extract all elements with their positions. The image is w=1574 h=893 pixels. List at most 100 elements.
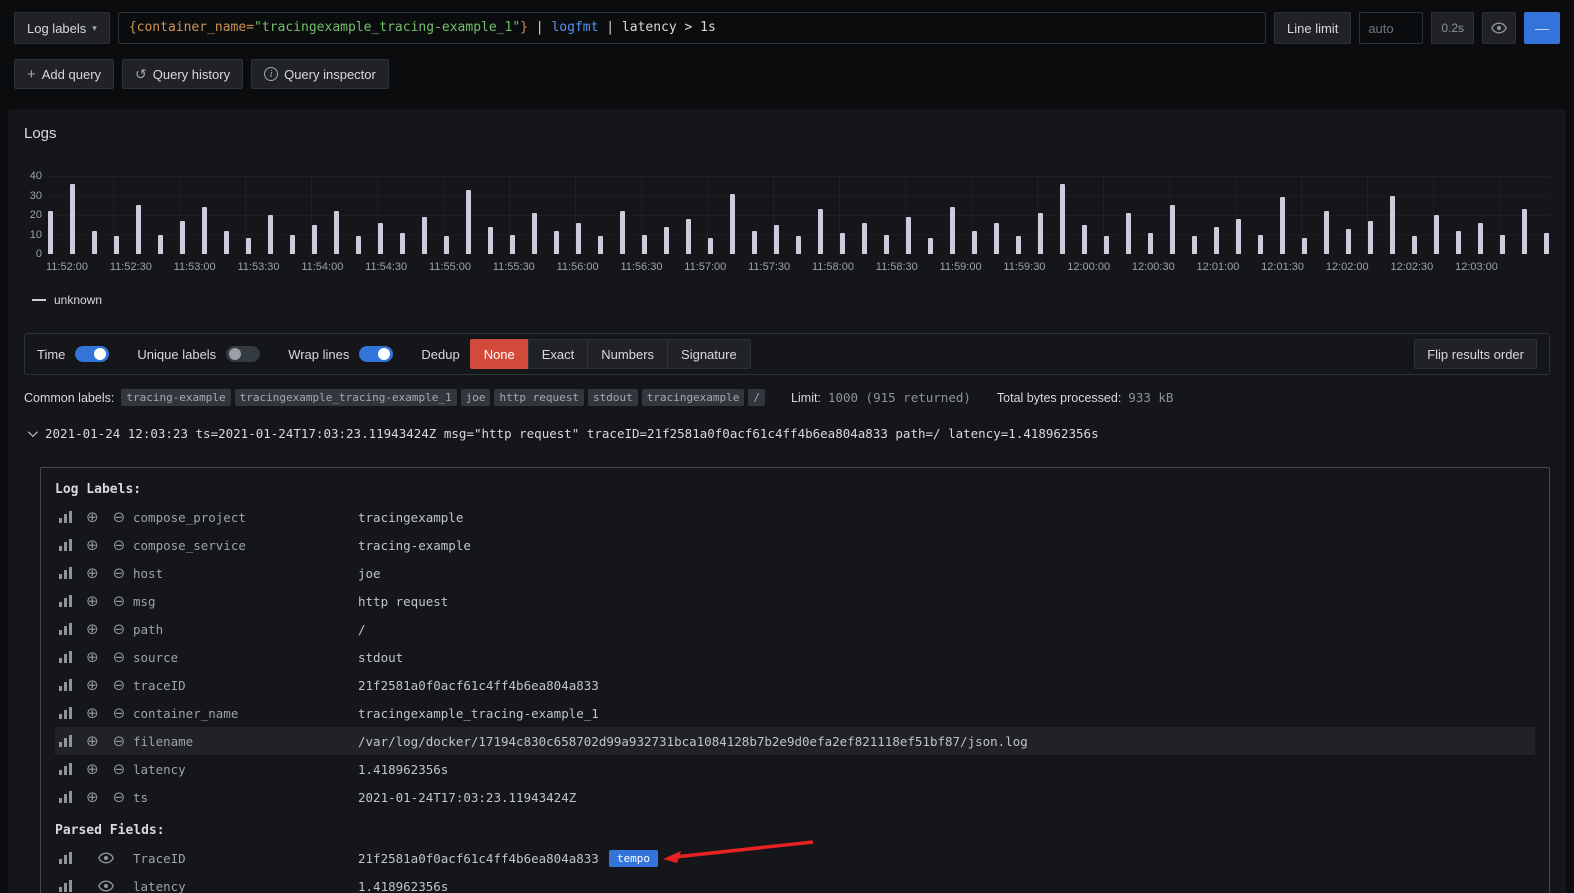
filter-for-icon[interactable]: ⊕ xyxy=(86,593,99,609)
stats-icon[interactable] xyxy=(59,707,72,719)
line-limit-button[interactable]: Line limit xyxy=(1274,12,1352,44)
split-pane-minus-button[interactable]: — xyxy=(1524,12,1560,44)
toggle-wrap-lines[interactable] xyxy=(359,346,394,362)
chart-bar xyxy=(620,211,625,254)
query-row: Log labels ▾ {container_name="tracingexa… xyxy=(14,12,1560,44)
dedup-control: Dedup None Exact Numbers Signature xyxy=(421,339,751,369)
stats-icon[interactable] xyxy=(59,595,72,607)
chart-bar xyxy=(928,238,933,254)
flip-results-order-button[interactable]: Flip results order xyxy=(1414,339,1537,369)
toggle-unique-labels[interactable] xyxy=(226,346,261,362)
filter-for-icon[interactable]: ⊕ xyxy=(86,705,99,721)
dedup-option-none[interactable]: None xyxy=(469,339,529,369)
filter-out-icon[interactable]: ⊖ xyxy=(113,761,126,777)
chart-bar xyxy=(1038,213,1043,254)
toggle-time[interactable] xyxy=(75,346,110,362)
filter-out-icon[interactable]: ⊖ xyxy=(113,677,126,693)
log-label-row: ⊕ ⊖ compose_service tracing-example xyxy=(55,531,1535,559)
chart-bar xyxy=(1280,197,1285,254)
stats-icon[interactable] xyxy=(59,735,72,747)
filter-for-icon[interactable]: ⊕ xyxy=(86,677,99,693)
dedup-option-exact[interactable]: Exact xyxy=(527,339,589,369)
eye-icon[interactable] xyxy=(98,880,114,892)
query-segment: {container_name= xyxy=(128,20,255,35)
chevron-down-icon: ▾ xyxy=(92,22,97,33)
log-label-row: ⊕ ⊖ container_name tracingexample_tracin… xyxy=(55,699,1535,727)
filter-for-icon[interactable]: ⊕ xyxy=(86,565,99,581)
common-labels-list: tracing-example tracingexample_tracing-ex… xyxy=(121,389,766,406)
dedup-option-signature[interactable]: Signature xyxy=(667,339,751,369)
y-tick-label: 10 xyxy=(29,228,42,241)
filter-out-icon[interactable]: ⊖ xyxy=(113,649,126,665)
filter-out-icon[interactable]: ⊖ xyxy=(113,565,126,581)
chart-bar xyxy=(664,226,669,254)
logs-meta-row: Common labels: tracing-example tracingexa… xyxy=(24,389,1550,406)
x-tick-label: 11:52:00 xyxy=(46,261,89,273)
y-tick-label: 20 xyxy=(29,209,42,221)
line-limit-input[interactable] xyxy=(1359,12,1424,44)
filter-for-icon[interactable]: ⊕ xyxy=(86,733,99,749)
log-row[interactable]: 2021-01-24 12:03:23 ts=2021-01-24T17:03:… xyxy=(24,426,1550,441)
dedup-option-numbers[interactable]: Numbers xyxy=(587,339,669,369)
filter-for-icon[interactable]: ⊕ xyxy=(86,789,99,805)
log-label-row: ⊕ ⊖ ts 2021-01-24T17:03:23.11943424Z xyxy=(55,783,1535,811)
dedup-group: None Exact Numbers Signature xyxy=(469,339,751,369)
add-query-label: Add query xyxy=(41,66,102,82)
chart-bar xyxy=(708,238,713,254)
filter-out-icon[interactable]: ⊖ xyxy=(113,733,126,749)
stats-icon[interactable] xyxy=(59,880,72,892)
chart-bar xyxy=(884,234,889,254)
parsed-fields-heading: Parsed Fields: xyxy=(55,823,165,838)
filter-out-icon[interactable]: ⊖ xyxy=(113,593,126,609)
field-value: 1.418962356s xyxy=(358,878,449,893)
chart-bar xyxy=(1016,236,1021,254)
filter-out-icon[interactable]: ⊖ xyxy=(113,705,126,721)
logs-options-bar: Time Unique labels Wrap lines Dedup None Ex… xyxy=(24,333,1550,375)
stats-icon[interactable] xyxy=(59,679,72,691)
chart-bar xyxy=(48,211,53,254)
chart-bar xyxy=(268,215,273,254)
query-inspector-button[interactable]: i Query inspector xyxy=(251,59,389,89)
field-name: compose_project xyxy=(133,509,246,525)
log-label-row: ⊕ ⊖ source stdout xyxy=(55,643,1535,671)
stats-icon[interactable] xyxy=(59,852,72,864)
parsed-field-row: TraceID 21f2581a0f0acf61c4ff4b6ea804a833… xyxy=(55,840,1535,872)
filter-out-icon[interactable]: ⊖ xyxy=(113,509,126,525)
stats-icon[interactable] xyxy=(59,623,72,635)
stats-icon[interactable] xyxy=(59,651,72,663)
add-query-button[interactable]: + Add query xyxy=(14,59,115,89)
filter-for-icon[interactable]: ⊕ xyxy=(86,621,99,637)
live-tail-eye-button[interactable] xyxy=(1482,12,1516,44)
log-label-row: ⊕ ⊖ host joe xyxy=(55,559,1535,587)
stats-icon[interactable] xyxy=(59,791,72,803)
log-line-text: 2021-01-24 12:03:23 ts=2021-01-24T17:03:… xyxy=(45,426,1099,441)
filter-out-icon[interactable]: ⊖ xyxy=(113,789,126,805)
x-tick-label: 11:59:30 xyxy=(1003,261,1046,273)
filter-out-icon[interactable]: ⊖ xyxy=(113,621,126,637)
log-labels-dropdown[interactable]: Log labels ▾ xyxy=(14,12,110,44)
legend-series-label[interactable]: unknown xyxy=(54,293,102,307)
chart-bar xyxy=(70,183,75,254)
filter-for-icon[interactable]: ⊕ xyxy=(86,537,99,553)
info-icon: i xyxy=(264,67,279,81)
chart-bar xyxy=(422,216,427,254)
filter-for-icon[interactable]: ⊕ xyxy=(86,649,99,665)
row-actions: ⊕ ⊖ xyxy=(55,705,133,721)
stats-icon[interactable] xyxy=(59,511,72,523)
common-labels-label: Common labels: xyxy=(24,390,115,405)
query-input[interactable]: {container_name="tracingexample_tracing-… xyxy=(117,12,1267,44)
query-history-button[interactable]: ↺ Query history xyxy=(122,59,244,89)
tempo-link-button[interactable]: tempo xyxy=(608,849,658,867)
chart-bar xyxy=(752,230,757,254)
filter-for-icon[interactable]: ⊕ xyxy=(86,761,99,777)
field-value: tracingexample xyxy=(358,509,464,525)
dedup-label: Dedup xyxy=(421,346,460,362)
eye-icon[interactable] xyxy=(98,852,114,864)
chart-bar xyxy=(1412,236,1417,254)
stats-icon[interactable] xyxy=(59,567,72,579)
chart-bar xyxy=(774,224,779,254)
filter-for-icon[interactable]: ⊕ xyxy=(86,509,99,525)
stats-icon[interactable] xyxy=(59,763,72,775)
stats-icon[interactable] xyxy=(59,539,72,551)
filter-out-icon[interactable]: ⊖ xyxy=(113,537,126,553)
